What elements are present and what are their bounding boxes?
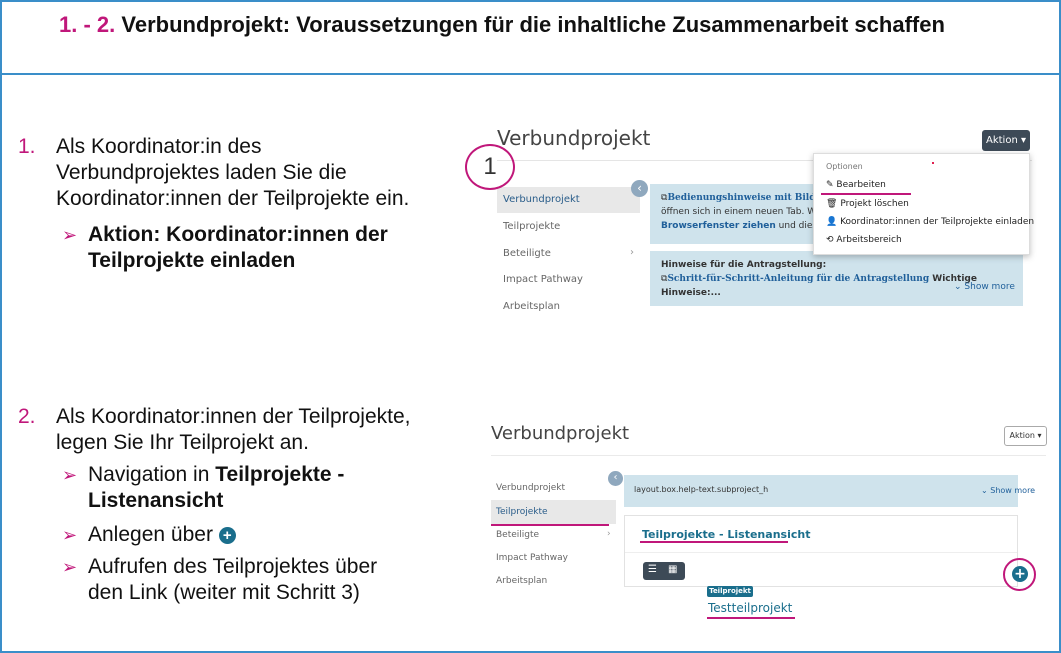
menu-item-koordinatoren-einladen[interactable]: 👤 Koordinator:innen der Teilprojekte ein… xyxy=(826,217,1034,227)
step-2-sub-1-bold-2: Listenansicht xyxy=(88,489,224,512)
step-1-line-2: Verbundprojektes laden Sie die xyxy=(56,161,347,184)
menu-item-label: Projekt löschen xyxy=(840,199,909,209)
screenshot-project-actions: Verbundprojekt Aktion ▾ Verbundprojekt T… xyxy=(492,120,1037,335)
plus-circle-icon: + xyxy=(218,527,236,544)
step-2-sub-2-text: Anlegen über + xyxy=(88,522,236,548)
screenshot-subprojects: Verbundprojekt Aktion ▾ Verbundprojekt T… xyxy=(488,417,1048,627)
menu-item-bearbeiten[interactable]: ✎ Bearbeiten xyxy=(826,180,886,190)
info-box-help-text: layout.box.help-text.subproject_h xyxy=(624,475,1018,507)
arrow-bullet-icon: ➢ xyxy=(62,225,78,245)
step-1-line-1: Als Koordinator:in des xyxy=(56,135,262,158)
aktion-dropdown-menu: Optionen ✎ Bearbeiten 🗑 Projekt löschen … xyxy=(813,153,1034,255)
dropdown-header: Optionen xyxy=(826,162,863,171)
highlight-underline xyxy=(707,617,795,619)
step-2-sub-1-text: Navigation in Teilprojekte - Listenansic… xyxy=(88,462,344,514)
step-2-sub-3-line-1: Aufrufen des Teilprojektes über xyxy=(88,555,378,578)
aktion-dropdown-button[interactable]: Aktion ▾ xyxy=(1004,426,1047,446)
subproject-list-panel: Teilprojekte - Listenansicht ☰ ▦ xyxy=(624,515,1018,587)
slide-header: 1. - 2. Verbundprojekt: Voraussetzungen … xyxy=(2,2,1059,75)
divider xyxy=(491,455,1046,456)
step-2-text: Als Koordinator:innen der Teilprojekte, … xyxy=(56,404,496,456)
page-title: Verbundprojekt xyxy=(497,126,651,150)
menu-item-projekt-loeschen[interactable]: 🗑 Projekt löschen xyxy=(826,199,909,209)
arrow-bullet-icon: ➢ xyxy=(62,557,78,577)
history-icon: ⟲ xyxy=(826,235,834,245)
info-box-usage-hints: ⧉Bedienungshinweise mit Bild für ein öff… xyxy=(650,184,830,244)
highlight-underline xyxy=(491,524,609,526)
grid-view-icon[interactable]: ▦ xyxy=(668,564,677,575)
menu-item-label: Arbeitsbereich xyxy=(836,235,902,245)
step-1: 1. Als Koordinator:in des Verbundprojekt… xyxy=(18,134,488,284)
sidebar-item-teilprojekte[interactable]: Teilprojekte xyxy=(503,221,560,232)
highlight-circle xyxy=(1003,558,1036,591)
sidebar-item-teilprojekte[interactable]: Teilprojekte xyxy=(491,500,616,524)
user-plus-icon: 👤 xyxy=(826,217,838,227)
chevron-right-icon: › xyxy=(607,529,611,539)
page-title: Verbundprojekt xyxy=(491,423,630,444)
view-toggle: ☰ ▦ xyxy=(643,562,685,580)
step-2-line-2: legen Sie Ihr Teilprojekt an. xyxy=(56,431,309,454)
sidebar-item-impact-pathway[interactable]: Impact Pathway xyxy=(496,553,568,563)
sidebar-item-arbeitsplan[interactable]: Arbeitsplan xyxy=(503,301,560,312)
highlight-underline xyxy=(821,193,911,195)
menu-item-arbeitsbereich[interactable]: ⟲ Arbeitsbereich xyxy=(826,235,902,245)
red-dot xyxy=(932,162,934,164)
step-by-step-guide-link[interactable]: Schritt-für-Schritt-Anleitung für die An… xyxy=(667,274,929,284)
step-1-text: Als Koordinator:in des Verbundprojektes … xyxy=(56,134,496,212)
menu-item-label: Koordinator:innen der Teilprojekte einla… xyxy=(840,217,1035,227)
title-text: Verbundprojekt: Voraussetzungen für die … xyxy=(121,12,945,37)
collapse-sidebar-icon[interactable]: ‹ xyxy=(631,180,648,197)
help-text: layout.box.help-text.subproject_h xyxy=(634,485,769,494)
step-1-sub-1-line-2: Teilprojekte einladen xyxy=(88,249,296,272)
trash-icon: 🗑 xyxy=(826,199,838,209)
title-number: 1. - 2. xyxy=(59,12,116,37)
step-2-sub-3-text: Aufrufen des Teilprojektes über den Link… xyxy=(88,554,377,606)
step-2-sub-1-bold-1: Teilprojekte - xyxy=(215,463,345,486)
step-1-sub-1-text: Aktion: Koordinator:innen der Teilprojek… xyxy=(88,222,388,274)
usage-hints-link[interactable]: Bedienungshinweise mit Bild für ein xyxy=(667,193,830,203)
show-more-link[interactable]: ⌄ Show more xyxy=(954,282,1015,292)
callout-number-1: 1 xyxy=(465,144,515,190)
step-2-sub-2-label: Anlegen über xyxy=(88,523,213,546)
sidebar-item-verbundprojekt[interactable]: Verbundprojekt xyxy=(496,483,565,493)
sidebar-item-beteiligte[interactable]: Beteiligte xyxy=(496,530,539,540)
info-line-2: öffnen sich in einem neuen Tab. Wen xyxy=(661,207,827,217)
step-2-sub-3: ➢ Aufrufen des Teilprojektes über den Li… xyxy=(62,554,472,610)
edit-icon: ✎ xyxy=(826,180,834,190)
step-2-number: 2. xyxy=(18,405,36,428)
slide-title: 1. - 2. Verbundprojekt: Voraussetzungen … xyxy=(59,10,999,39)
step-2-sub-1-prefix: Navigation in xyxy=(88,463,216,486)
show-more-link[interactable]: ⌄ Show more xyxy=(981,486,1035,495)
sidebar-item-verbundprojekt[interactable]: Verbundprojekt xyxy=(497,187,640,213)
subproject-link[interactable]: Testteilprojekt xyxy=(708,601,792,615)
step-1-number: 1. xyxy=(18,135,36,158)
subproject-badge: Teilprojekt xyxy=(707,586,753,597)
arrow-bullet-icon: ➢ xyxy=(62,525,78,545)
divider xyxy=(625,552,1017,553)
step-2-sub-1: ➢ Navigation in Teilprojekte - Listenans… xyxy=(62,462,472,518)
chevron-right-icon: › xyxy=(630,247,634,258)
sidebar-item-impact-pathway[interactable]: Impact Pathway xyxy=(503,274,583,285)
sidebar-item-beteiligte[interactable]: Beteiligte xyxy=(503,248,551,259)
highlight-underline xyxy=(640,541,788,543)
collapse-sidebar-icon[interactable]: ‹ xyxy=(608,471,623,486)
step-1-sub-1: ➢ Aktion: Koordinator:innen der Teilproj… xyxy=(62,222,472,278)
info-box-application-hints: Hinweise für die Antragstellung: ⧉Schrit… xyxy=(650,251,1023,306)
info-line-3-bold: Browserfenster ziehen xyxy=(661,221,776,231)
step-2-line-1: Als Koordinator:innen der Teilprojekte, xyxy=(56,405,411,428)
step-2-sub-2: ➢ Anlegen über + xyxy=(62,522,472,550)
slide: 1. - 2. Verbundprojekt: Voraussetzungen … xyxy=(0,0,1061,653)
application-hints-title: Hinweise für die Antragstellung: xyxy=(661,260,827,270)
step-1-sub-1-line-1: Aktion: Koordinator:innen der xyxy=(88,223,388,246)
arrow-bullet-icon: ➢ xyxy=(62,465,78,485)
list-view-icon[interactable]: ☰ xyxy=(648,564,657,575)
step-2: 2. Als Koordinator:innen der Teilprojekt… xyxy=(18,404,488,614)
menu-item-label: Bearbeiten xyxy=(836,180,886,190)
step-2-sub-3-line-2: den Link (weiter mit Schritt 3) xyxy=(88,581,360,604)
step-1-line-3: Koordinator:innen der Teilprojekte ein. xyxy=(56,187,410,210)
list-heading: Teilprojekte - Listenansicht xyxy=(642,528,811,541)
aktion-dropdown-button[interactable]: Aktion ▾ xyxy=(982,130,1030,151)
sidebar-item-arbeitsplan[interactable]: Arbeitsplan xyxy=(496,576,547,586)
